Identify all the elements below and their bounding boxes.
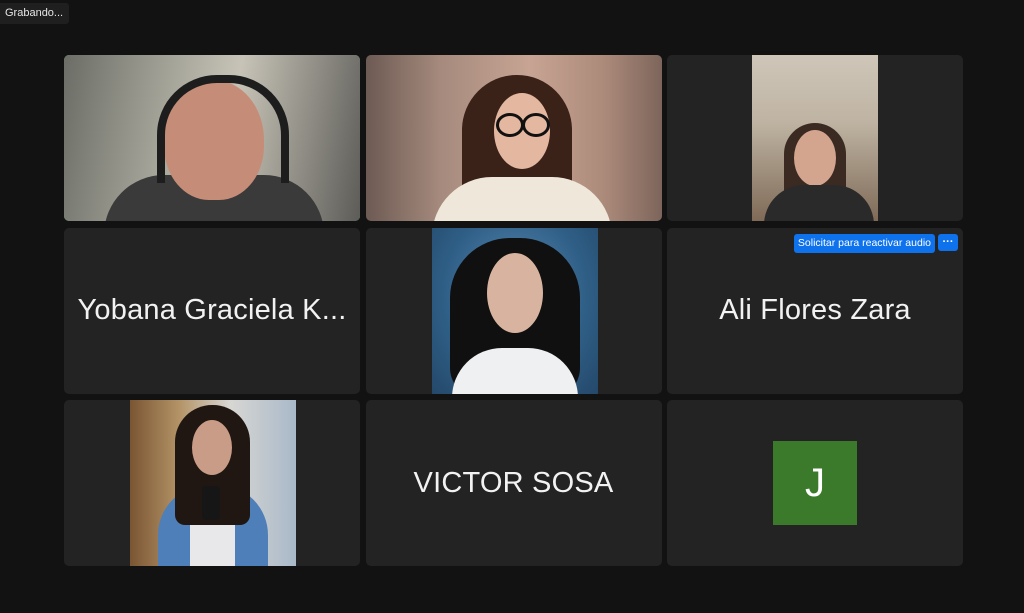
participant-gallery: Yobana Graciela K... Solicitar para reac… — [64, 55, 963, 566]
recording-label: Grabando... — [5, 7, 64, 19]
participant-photo — [431, 227, 598, 394]
participant-photo — [130, 400, 296, 566]
recording-indicator: Grabando... — [0, 3, 70, 24]
participant-name: Ali Flores Zara — [719, 294, 911, 326]
participant-avatar: J — [773, 441, 857, 525]
participant-name: Yobana Graciela K... — [77, 294, 347, 326]
participant-video — [64, 55, 360, 221]
avatar-initial: J — [805, 460, 825, 505]
request-unmute-button[interactable]: Solicitar para reactivar audio — [793, 233, 935, 253]
participant-tile[interactable] — [64, 400, 360, 566]
participant-tile[interactable]: Yobana Graciela K... — [64, 227, 360, 394]
participant-name: VICTOR SOSA — [413, 466, 614, 499]
participant-tile[interactable] — [365, 55, 662, 221]
participant-tile-active-speaker[interactable] — [64, 55, 360, 221]
participant-video — [365, 55, 662, 221]
more-options-button[interactable]: ··· — [938, 233, 958, 251]
participant-tile[interactable]: Solicitar para reactivar audio ··· Ali F… — [667, 227, 963, 394]
participant-tile[interactable]: VICTOR SOSA — [365, 400, 662, 566]
participant-tile[interactable] — [667, 55, 963, 221]
unmute-request-controls: Solicitar para reactivar audio ··· — [793, 233, 958, 253]
participant-video — [752, 55, 878, 221]
participant-tile[interactable]: J — [667, 400, 963, 566]
participant-tile[interactable] — [365, 227, 662, 394]
